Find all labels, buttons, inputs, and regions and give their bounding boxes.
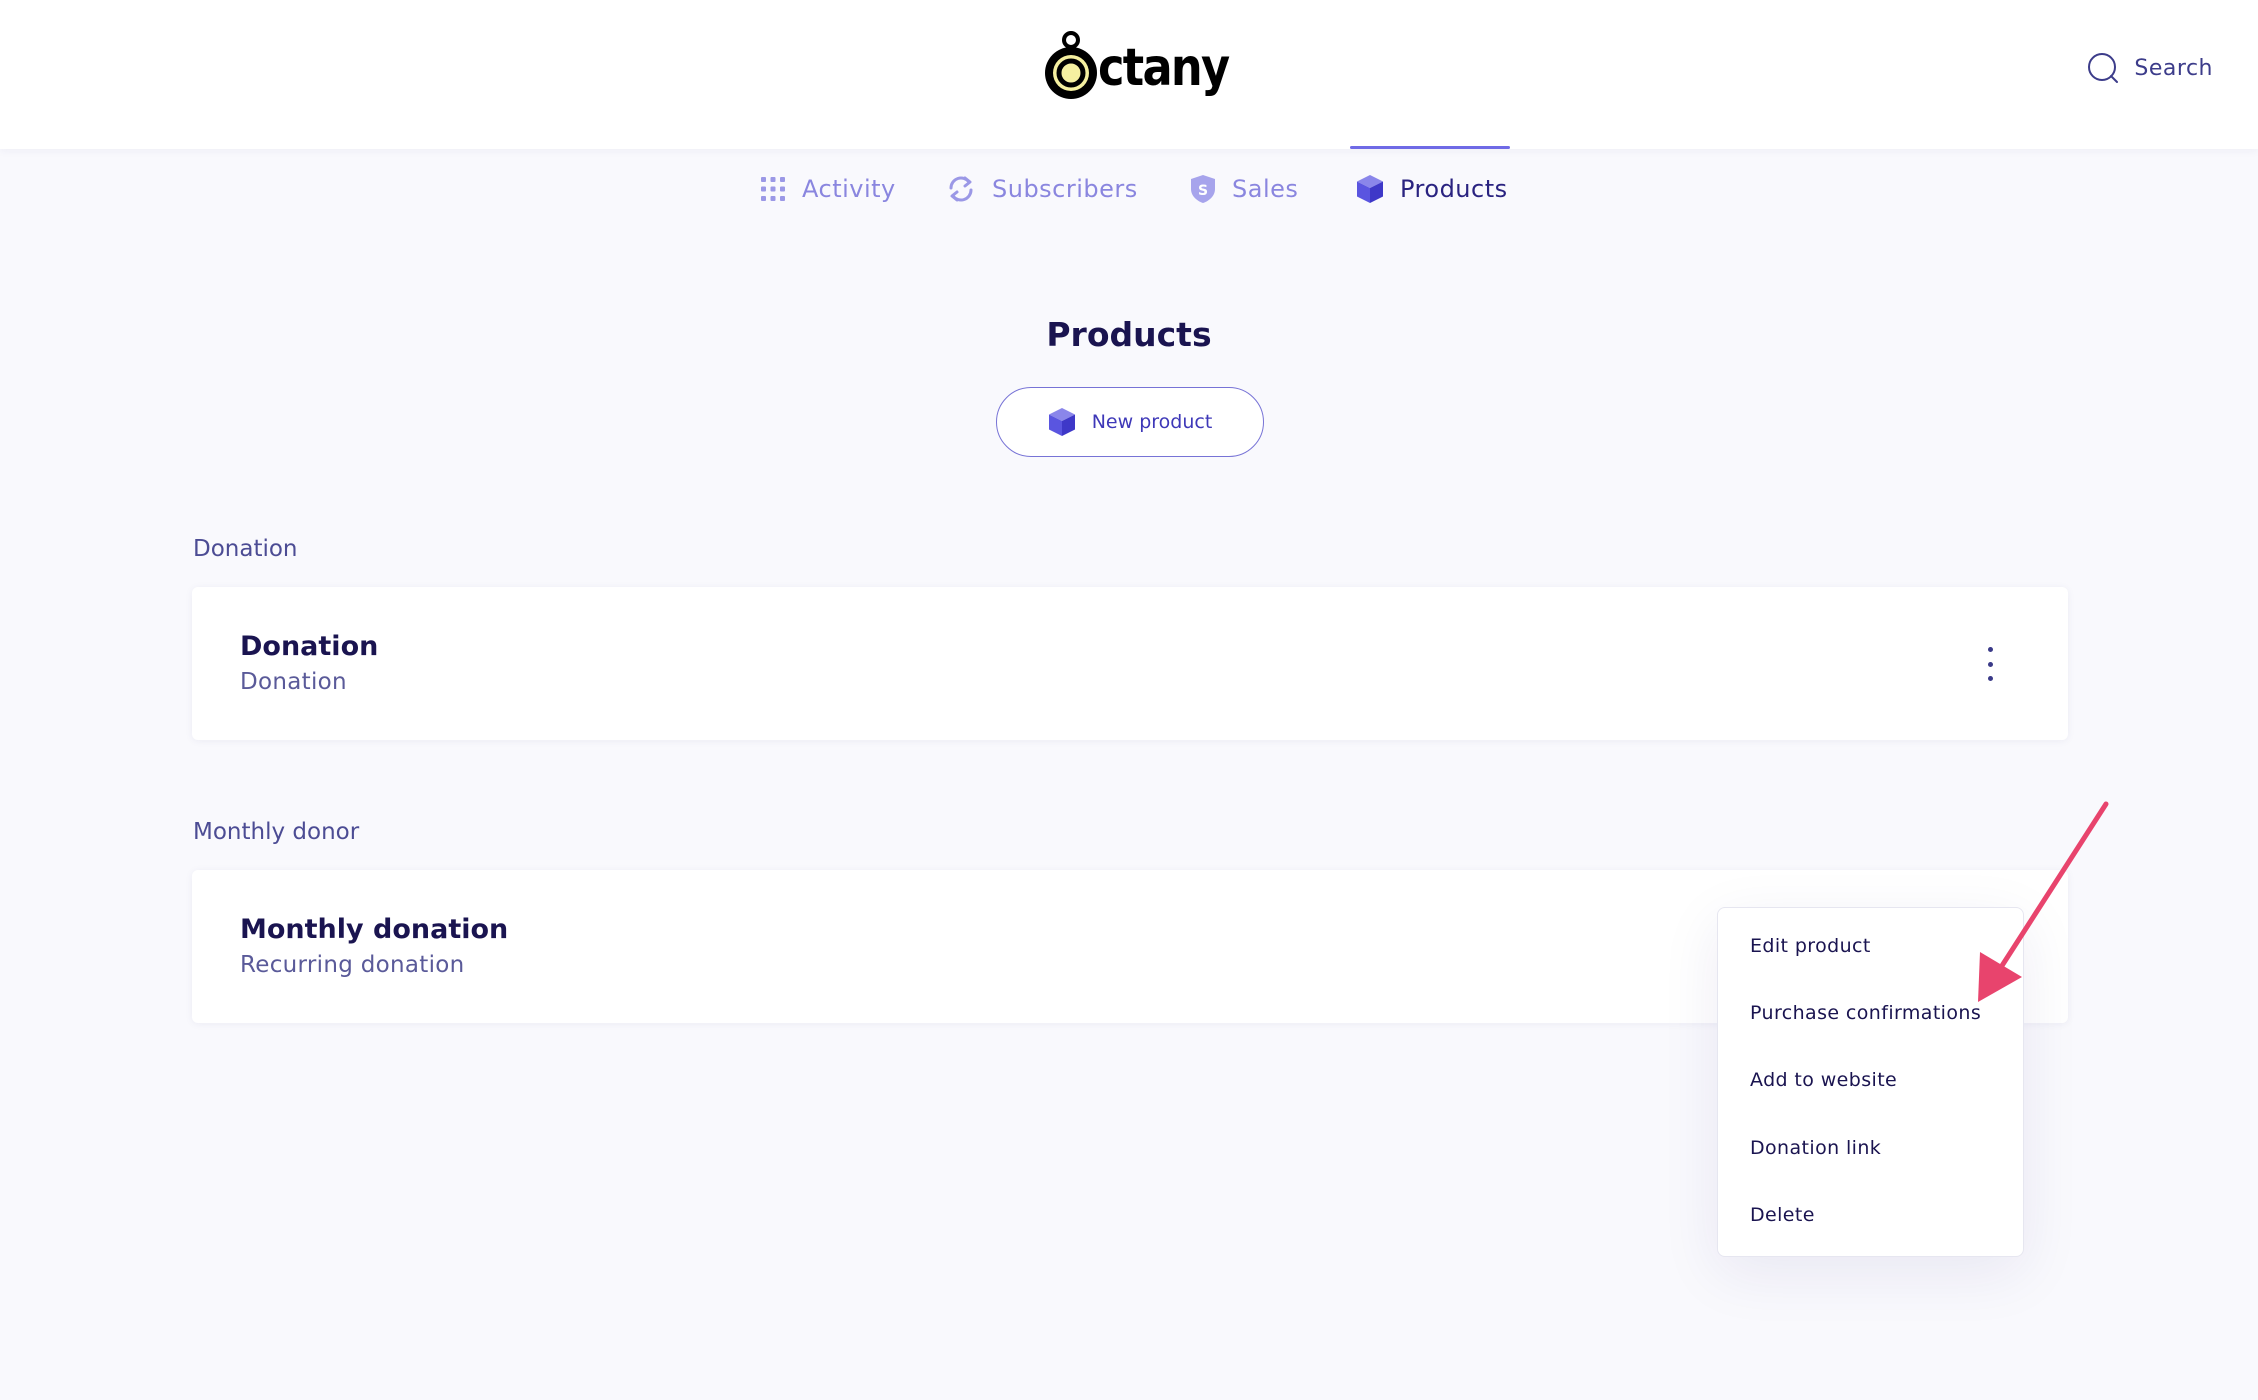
search-icon [2088, 53, 2119, 83]
search-button[interactable]: Search [2086, 48, 2213, 88]
tab-products-label: Products [1400, 175, 1508, 203]
tab-subscribers[interactable]: Subscribers [946, 149, 1138, 229]
refresh-icon [949, 176, 973, 202]
product-context-menu: Edit product Purchase confirmations Add … [1717, 907, 2024, 1257]
product-name: Monthly donation [240, 914, 509, 945]
more-options-button[interactable] [1980, 647, 2000, 681]
tab-sales-label: Sales [1232, 175, 1299, 203]
main-nav: Activity Subscribers S Sales Products [0, 146, 2258, 229]
tab-activity-label: Activity [802, 175, 896, 203]
octany-logo[interactable]: ctany [1044, 30, 1250, 106]
menu-item-delete[interactable]: Delete [1750, 1204, 1815, 1226]
logo-mark-icon [1045, 31, 1097, 99]
group-label-donation: Donation [193, 536, 298, 562]
tab-products[interactable]: Products [1350, 146, 1510, 229]
cube-icon [1357, 175, 1383, 203]
new-product-label: New product [1091, 411, 1213, 433]
kebab-dot-icon [1987, 661, 1993, 667]
page-title: Products [1046, 315, 1212, 354]
kebab-dot-icon [1987, 647, 1993, 652]
menu-item-edit-product[interactable]: Edit product [1750, 935, 1871, 957]
search-label: Search [2134, 55, 2213, 81]
top-header: ctany Search [0, 0, 2258, 149]
shield-dollar-icon: S [1191, 175, 1215, 203]
menu-item-donation-link[interactable]: Donation link [1750, 1137, 1881, 1159]
logo-text: ctany [1098, 38, 1230, 98]
grid-dots-icon [761, 177, 785, 201]
menu-item-purchase-confirmations[interactable]: Purchase confirmations [1750, 1002, 1981, 1024]
product-name: Donation [240, 631, 379, 662]
kebab-dot-icon [1987, 676, 1993, 681]
menu-item-add-to-website[interactable]: Add to website [1750, 1069, 1897, 1091]
group-label-monthly-donor: Monthly donor [193, 819, 360, 845]
product-subtitle: Recurring donation [240, 952, 465, 978]
svg-text:S: S [1198, 183, 1208, 199]
tab-activity[interactable]: Activity [760, 149, 896, 229]
product-subtitle: Donation [240, 669, 347, 695]
cube-icon [1048, 408, 1075, 436]
new-product-button[interactable]: New product [996, 387, 1264, 457]
tab-sales[interactable]: S Sales [1190, 149, 1298, 229]
product-card-donation[interactable]: Donation Donation [192, 587, 2068, 740]
tab-subscribers-label: Subscribers [992, 175, 1138, 203]
